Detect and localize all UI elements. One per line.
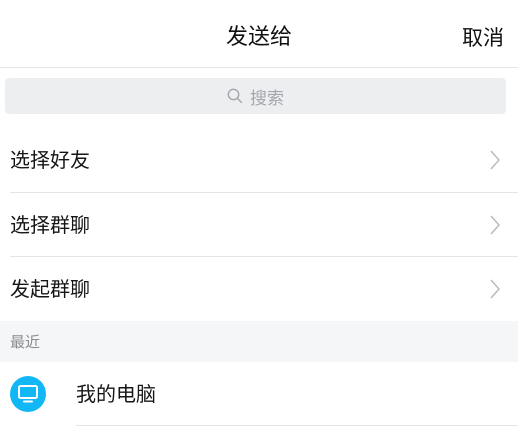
header-bar: 发送给 取消 [0, 0, 518, 68]
search-icon [227, 88, 243, 104]
chevron-right-icon [490, 215, 500, 235]
menu-item-select-group[interactable]: 选择群聊 [0, 193, 518, 257]
cancel-button[interactable]: 取消 [462, 0, 504, 68]
contact-item-my-computer[interactable]: 我的电脑 [0, 362, 518, 426]
menu-item-label: 选择好友 [10, 148, 90, 172]
menu-item-start-group[interactable]: 发起群聊 [0, 257, 518, 321]
recent-section-header: 最近 [0, 321, 518, 362]
divider [76, 425, 518, 426]
menu-item-label: 选择群聊 [10, 213, 90, 237]
chevron-right-icon [490, 279, 500, 299]
menu-item-label: 发起群聊 [10, 277, 90, 301]
avatar [10, 376, 46, 412]
search-placeholder: 搜索 [250, 88, 284, 109]
menu-item-select-friend[interactable]: 选择好友 [0, 128, 518, 192]
search-input[interactable]: 搜索 [5, 78, 506, 114]
section-label: 最近 [10, 333, 41, 351]
computer-icon [18, 385, 38, 403]
contact-name: 我的电脑 [76, 382, 156, 406]
page-title: 发送给 [225, 25, 292, 50]
chevron-right-icon [490, 150, 500, 170]
